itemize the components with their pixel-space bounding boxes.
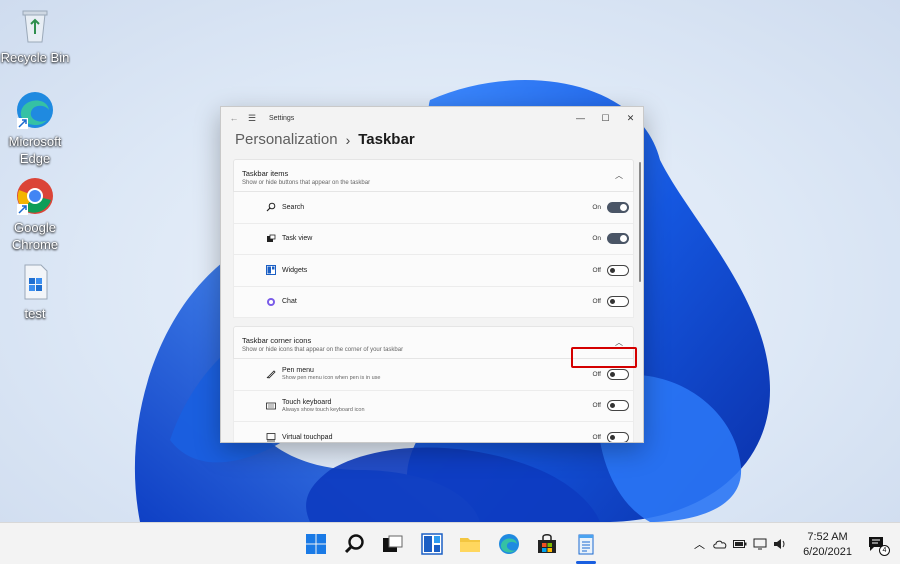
touchpad-icon bbox=[266, 433, 276, 442]
setting-label: Pen menu bbox=[282, 367, 314, 375]
notification-count-badge: 4 bbox=[879, 545, 890, 556]
task-view-icon bbox=[267, 234, 276, 242]
toggle-state: Off bbox=[592, 402, 601, 410]
hamburger-menu-icon[interactable]: ☰ bbox=[245, 113, 259, 124]
breadcrumb-parent[interactable]: Personalization bbox=[235, 131, 338, 148]
window-title: Settings bbox=[269, 114, 295, 122]
task-view-icon[interactable] bbox=[382, 533, 404, 555]
setting-row-chat: Chat Off bbox=[233, 286, 634, 318]
toggle-state: On bbox=[592, 203, 601, 211]
breadcrumb: Personalization › Taskbar bbox=[235, 131, 415, 148]
minimize-icon[interactable]: — bbox=[568, 113, 593, 124]
clock-date: 6/20/2021 bbox=[803, 546, 852, 558]
chrome-icon bbox=[15, 176, 55, 216]
toggle-state: Off bbox=[592, 433, 601, 441]
desktop-icon-label: Google Chrome bbox=[11, 220, 59, 252]
clock-time: 7:52 AM bbox=[807, 531, 848, 543]
search-toggle[interactable] bbox=[607, 201, 629, 213]
desktop-icon-chrome[interactable]: Google Chrome bbox=[0, 176, 70, 253]
desktop-icon-recycle-bin[interactable]: Recycle Bin bbox=[0, 6, 70, 66]
toggle-state: Off bbox=[592, 370, 601, 378]
setting-description: Show pen menu icon when pen is in use bbox=[282, 375, 381, 382]
setting-label: Search bbox=[282, 203, 305, 211]
maximize-icon[interactable]: ☐ bbox=[593, 113, 618, 124]
file-icon bbox=[15, 262, 55, 302]
desktop-icon-test[interactable]: test bbox=[0, 262, 70, 322]
taskbar: ︿ 7:52 AM 6/20/2021 4 bbox=[0, 522, 900, 564]
volume-icon[interactable] bbox=[773, 538, 787, 550]
chat-icon bbox=[267, 297, 275, 306]
start-icon[interactable] bbox=[305, 533, 327, 555]
scrollbar[interactable] bbox=[639, 162, 641, 282]
section-heading: Taskbar items bbox=[242, 169, 289, 178]
edge-icon bbox=[15, 90, 55, 130]
pen-menu-toggle[interactable] bbox=[607, 368, 629, 380]
setting-label: Widgets bbox=[282, 266, 308, 274]
title-bar: ← ☰ Settings — ☐ ✕ bbox=[221, 107, 643, 129]
edge-icon[interactable] bbox=[498, 533, 520, 555]
setting-row-task-view: Task view On bbox=[233, 223, 634, 255]
toggle-state: Off bbox=[592, 266, 601, 274]
setting-description: Always show touch keyboard icon bbox=[282, 406, 365, 413]
chevron-up-icon[interactable]: ︿ bbox=[694, 536, 705, 552]
setting-label: Chat bbox=[282, 298, 297, 306]
notification-center-icon[interactable]: 4 bbox=[868, 535, 890, 556]
section-heading: Taskbar corner icons bbox=[242, 336, 312, 345]
settings-content: Taskbar items Show or hide buttons that … bbox=[233, 159, 637, 442]
keyboard-icon bbox=[266, 402, 276, 410]
chat-highlight-box bbox=[571, 347, 637, 368]
setting-row-touch-keyboard: Touch keyboard Always show touch keyboard… bbox=[233, 390, 634, 422]
setting-row-widgets: Widgets Off bbox=[233, 255, 634, 287]
desktop-icon-edge[interactable]: Microsoft Edge bbox=[0, 90, 70, 167]
breadcrumb-separator: › bbox=[345, 131, 351, 148]
taskbar-clock[interactable]: 7:52 AM 6/20/2021 bbox=[803, 530, 852, 560]
setting-label-group: Touch keyboard Always show touch keyboard… bbox=[282, 399, 365, 413]
network-icon[interactable] bbox=[753, 538, 767, 550]
task-view-toggle[interactable] bbox=[607, 233, 629, 245]
recycle-bin-icon bbox=[15, 6, 55, 46]
section-subtitle: Show or hide buttons that appear on the … bbox=[242, 180, 371, 186]
search-icon bbox=[266, 202, 276, 212]
pen-icon bbox=[266, 370, 276, 379]
desktop-icon-label: test bbox=[24, 306, 46, 321]
setting-label: Task view bbox=[282, 235, 313, 243]
back-arrow-icon[interactable]: ← bbox=[227, 113, 241, 123]
system-tray: ︿ bbox=[694, 523, 787, 564]
notepad-icon[interactable] bbox=[575, 533, 597, 555]
file-explorer-icon[interactable] bbox=[459, 533, 481, 555]
section-taskbar-items[interactable]: Taskbar items Show or hide buttons that … bbox=[233, 159, 634, 192]
desktop-icon-label: Microsoft Edge bbox=[8, 134, 62, 166]
desktop-icon-label: Recycle Bin bbox=[0, 50, 70, 65]
page-title: Taskbar bbox=[358, 131, 415, 148]
setting-row-virtual-touchpad: Virtual touchpad Off bbox=[233, 422, 634, 442]
search-icon[interactable] bbox=[344, 533, 366, 555]
widgets-icon[interactable] bbox=[421, 533, 443, 555]
toggle-state: Off bbox=[592, 298, 601, 306]
setting-row-search: Search On bbox=[233, 192, 634, 224]
toggle-state: On bbox=[592, 235, 601, 243]
setting-label: Virtual touchpad bbox=[282, 433, 333, 441]
setting-label: Touch keyboard bbox=[282, 398, 332, 406]
chevron-up-icon[interactable]: ︿ bbox=[615, 170, 623, 181]
close-icon[interactable]: ✕ bbox=[618, 113, 643, 124]
touch-keyboard-toggle[interactable] bbox=[607, 400, 629, 412]
widgets-icon bbox=[266, 265, 276, 276]
store-icon[interactable] bbox=[536, 533, 558, 555]
virtual-touchpad-toggle[interactable] bbox=[607, 431, 629, 442]
widgets-toggle[interactable] bbox=[607, 264, 629, 276]
cloud-icon[interactable] bbox=[713, 539, 727, 549]
chat-toggle[interactable] bbox=[607, 296, 629, 308]
setting-label-group: Pen menu Show pen menu icon when pen is i… bbox=[282, 367, 380, 381]
battery-icon[interactable] bbox=[733, 539, 747, 549]
settings-window: ← ☰ Settings — ☐ ✕ Personalization › Tas… bbox=[220, 106, 644, 443]
